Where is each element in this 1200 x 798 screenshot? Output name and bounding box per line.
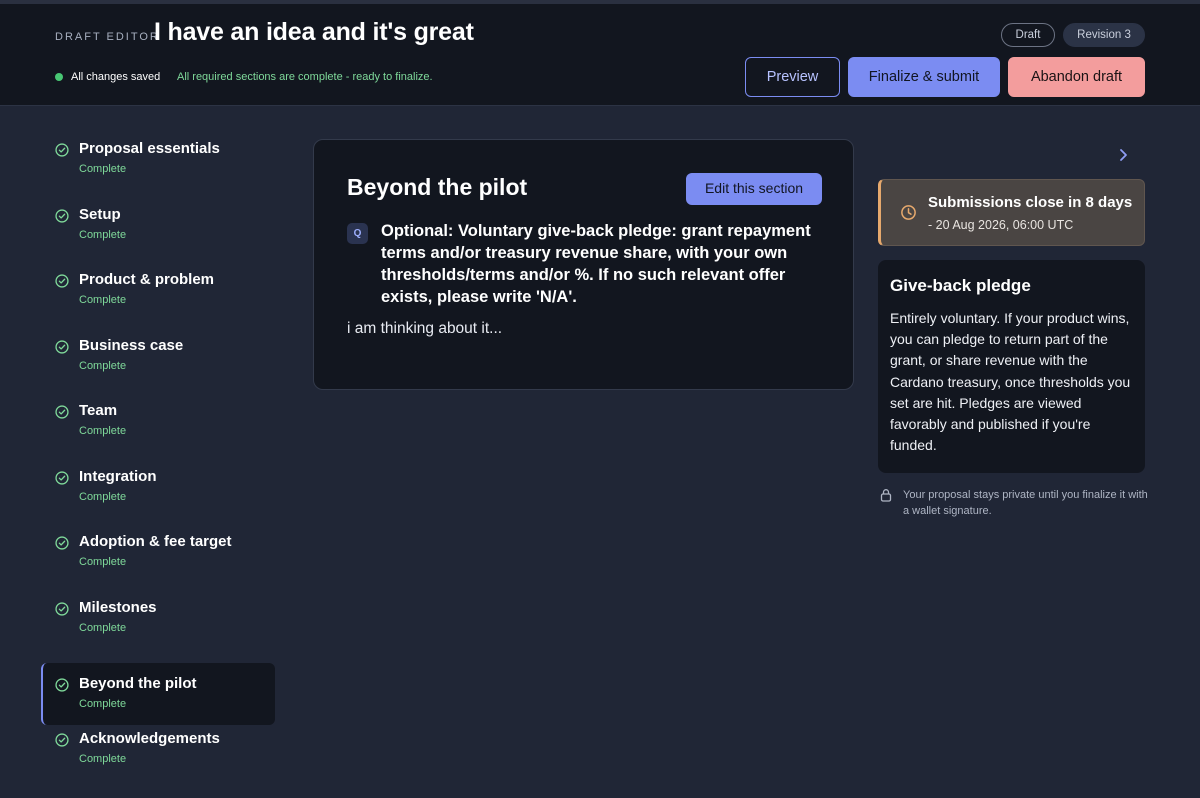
sidebar-item-setup[interactable]: Setup Complete bbox=[41, 196, 275, 258]
sidebar-item-label: Business case bbox=[79, 337, 184, 354]
check-circle-icon bbox=[55, 733, 69, 747]
section-card: Beyond the pilot Edit this section Q Opt… bbox=[313, 139, 854, 390]
edit-section-button[interactable]: Edit this section bbox=[686, 173, 822, 205]
check-circle-icon bbox=[55, 678, 69, 692]
header-eyebrow: DRAFT EDITOR bbox=[55, 31, 160, 43]
save-status: All changes saved bbox=[55, 71, 160, 83]
sidebar-item-status: Complete bbox=[79, 556, 127, 568]
check-circle-icon bbox=[55, 471, 69, 485]
abandon-draft-button[interactable]: Abandon draft bbox=[1008, 57, 1145, 97]
sidebar-item-beyond-the-pilot[interactable]: Beyond the pilot Complete bbox=[41, 663, 275, 725]
status-dot-icon bbox=[55, 73, 63, 81]
status-badge: Draft bbox=[1001, 23, 1055, 47]
sidebar-item-status: Complete bbox=[79, 360, 127, 372]
sidebar-item-adoption-fee-target[interactable]: Adoption & fee target Complete bbox=[41, 523, 275, 585]
sidebar-item-status: Complete bbox=[79, 294, 127, 306]
check-circle-icon bbox=[55, 209, 69, 223]
help-panel-title: Give-back pledge bbox=[890, 276, 1031, 295]
section-title: Beyond the pilot bbox=[347, 174, 528, 200]
clock-icon bbox=[901, 205, 916, 220]
check-circle-icon bbox=[55, 340, 69, 354]
sidebar-item-team[interactable]: Team Complete bbox=[41, 392, 275, 454]
question-badge: Q bbox=[347, 223, 368, 244]
sidebar-item-label: Adoption & fee target bbox=[79, 533, 232, 550]
chevron-right-icon[interactable] bbox=[1113, 145, 1133, 165]
preview-button[interactable]: Preview bbox=[745, 57, 840, 97]
sidebar-item-label: Setup bbox=[79, 206, 121, 223]
check-circle-icon bbox=[55, 602, 69, 616]
sidebar-item-label: Team bbox=[79, 402, 118, 419]
deadline-date: - 20 Aug 2026, 06:00 UTC bbox=[928, 218, 1074, 232]
sidebar-item-label: Acknowledgements bbox=[79, 730, 220, 747]
sidebar-item-proposal-essentials[interactable]: Proposal essentials Complete bbox=[41, 130, 275, 192]
sidebar-item-product-problem[interactable]: Product & problem Complete bbox=[41, 261, 275, 323]
sidebar-item-status: Complete bbox=[79, 229, 127, 241]
sidebar-item-status: Complete bbox=[79, 425, 127, 437]
sidebar-item-label: Proposal essentials bbox=[79, 140, 220, 157]
sidebar-item-status: Complete bbox=[79, 698, 127, 710]
sidebar-item-label: Milestones bbox=[79, 599, 157, 616]
deadline-notice: Submissions close in 8 days - 20 Aug 202… bbox=[878, 179, 1145, 246]
check-circle-icon bbox=[55, 274, 69, 288]
save-status-label: All changes saved bbox=[71, 71, 161, 83]
sidebar-item-business-case[interactable]: Business case Complete bbox=[41, 327, 275, 389]
help-panel-body: Entirely voluntary. If your product wins… bbox=[890, 310, 1131, 454]
sidebar-item-status: Complete bbox=[79, 622, 127, 634]
deadline-countdown: Submissions close in 8 days bbox=[928, 194, 1133, 211]
page-title: I have an idea and it's great bbox=[154, 18, 474, 46]
revision-badge: Revision 3 bbox=[1063, 23, 1145, 47]
answer-text: i am thinking about it... bbox=[347, 320, 503, 337]
question-text: Optional: Voluntary give-back pledge: gr… bbox=[381, 222, 811, 306]
sidebar-item-label: Integration bbox=[79, 468, 157, 485]
check-circle-icon bbox=[55, 536, 69, 550]
sidebar-item-status: Complete bbox=[79, 163, 127, 175]
check-circle-icon bbox=[55, 143, 69, 157]
sidebar-item-acknowledgements[interactable]: Acknowledgements Complete bbox=[41, 720, 275, 782]
privacy-note: Your proposal stays private until you fi… bbox=[903, 489, 1148, 517]
check-circle-icon bbox=[55, 405, 69, 419]
sidebar-item-label: Beyond the pilot bbox=[79, 675, 197, 692]
finalize-submit-button[interactable]: Finalize & submit bbox=[848, 57, 1000, 97]
sidebar-item-status: Complete bbox=[79, 753, 127, 765]
sidebar-item-integration[interactable]: Integration Complete bbox=[41, 458, 275, 520]
sidebar-item-milestones[interactable]: Milestones Complete bbox=[41, 589, 275, 651]
help-panel: Give-back pledge Entirely voluntary. If … bbox=[878, 260, 1145, 473]
deadline-text: Submissions close in 8 days - 20 Aug 202… bbox=[928, 192, 1133, 236]
sidebar-item-status: Complete bbox=[79, 491, 127, 503]
completion-message: All required sections are complete - rea… bbox=[177, 71, 433, 83]
sidebar-item-label: Product & problem bbox=[79, 271, 215, 288]
lock-icon bbox=[880, 489, 892, 502]
editor-header: DRAFT EDITOR I have an idea and it's gre… bbox=[0, 0, 1200, 106]
